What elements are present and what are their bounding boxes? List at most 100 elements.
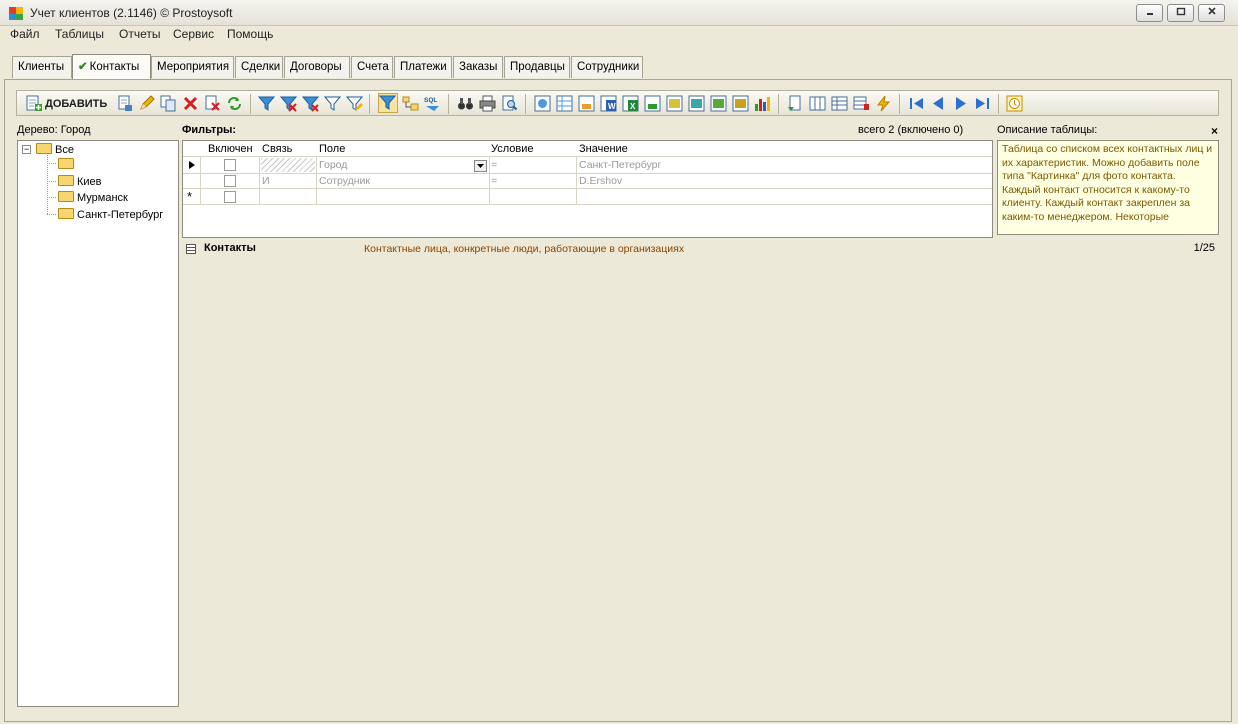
first-record-button[interactable] [908, 95, 925, 112]
export-rtf-button[interactable] [732, 95, 749, 112]
tab-sellers[interactable]: Продавцы [504, 56, 570, 78]
tab-orders[interactable]: Заказы [453, 56, 503, 78]
tab-payments[interactable]: Платежи [394, 56, 452, 78]
filter-panel-toggle[interactable] [378, 93, 398, 113]
minimize-button[interactable] [1136, 4, 1163, 22]
filter-enabled-checkbox[interactable] [224, 175, 236, 187]
delete-doc-button[interactable] [204, 95, 221, 112]
filter-field-value[interactable]: Город [319, 159, 347, 171]
copy-record-button[interactable] [116, 95, 133, 112]
export-dbf-button[interactable] [666, 95, 683, 112]
table-settings-button[interactable] [831, 95, 848, 112]
tab-deals[interactable]: Сделки [235, 56, 283, 78]
next-icon [956, 97, 966, 110]
sort-button[interactable] [787, 95, 804, 112]
tab-contracts[interactable]: Договоры [284, 56, 350, 78]
table-edit-button[interactable] [853, 95, 870, 112]
filter-link-disabled [261, 158, 315, 172]
tree-item-kiev[interactable]: Киев [58, 175, 102, 188]
chart-button[interactable] [754, 95, 771, 112]
refresh-button[interactable] [226, 95, 243, 112]
filter-condition-value[interactable]: = [491, 175, 497, 187]
prev-record-button[interactable] [930, 95, 947, 112]
menu-help[interactable]: Помощь [227, 27, 273, 41]
field-dropdown-button[interactable] [474, 160, 487, 172]
tree-item-blank[interactable] [58, 158, 77, 171]
filter-empty-button[interactable] [323, 95, 342, 112]
print-preview-button[interactable] [501, 95, 518, 112]
menu-file[interactable]: Файл [10, 27, 40, 41]
tab-label: Продавцы [510, 61, 565, 73]
export-csv-button[interactable] [644, 95, 661, 112]
main-tabs: Клиенты ✔ Контакты Мероприятия Сделки Дог… [0, 54, 1238, 79]
delete-x-icon [183, 96, 198, 111]
funnel-icon [257, 96, 276, 111]
add-doc-icon [26, 95, 42, 111]
export-pdf-button[interactable] [710, 95, 727, 112]
tree-item-all[interactable]: Все [36, 143, 74, 156]
main-toolbar: ДОБАВИТЬ SQL W X [16, 90, 1219, 116]
tab-events[interactable]: Мероприятия [151, 56, 234, 78]
checkmark-icon: ✔ [78, 61, 88, 73]
binoculars-icon [458, 98, 473, 110]
pencil-icon [140, 95, 155, 110]
filter-condition-value[interactable]: = [491, 159, 497, 171]
next-record-button[interactable] [952, 95, 969, 112]
toolbar-separator [778, 94, 779, 114]
tab-clients[interactable]: Клиенты [12, 56, 72, 78]
tab-invoices[interactable]: Счета [351, 56, 393, 78]
lightning-button[interactable] [875, 95, 892, 112]
delete-button[interactable] [182, 95, 199, 112]
history-button[interactable] [1006, 95, 1023, 112]
filters-grid: Включен Связь Поле Условие Значение Горо… [182, 140, 993, 238]
funnel-panel-icon [378, 95, 397, 110]
export-text-button[interactable] [688, 95, 705, 112]
contacts-title: Контакты [204, 242, 256, 254]
add-button[interactable]: ДОБАВИТЬ [25, 95, 115, 112]
sql-button[interactable]: SQL [424, 95, 441, 112]
filter-value-value[interactable]: D.Ershov [579, 175, 622, 187]
filter-field-value[interactable]: Сотрудник [319, 175, 370, 187]
search-button[interactable] [457, 95, 474, 112]
tab-label: Сотрудники [577, 61, 640, 73]
menu-service[interactable]: Сервис [173, 27, 214, 41]
filter-link-value[interactable]: И [262, 175, 270, 187]
filter-enabled-checkbox[interactable] [224, 191, 236, 203]
last-record-button[interactable] [974, 95, 991, 112]
toolbar-separator [448, 94, 449, 114]
export-word-button[interactable]: W [600, 95, 617, 112]
export-rtf-icon [732, 95, 749, 112]
description-title: Описание таблицы: [997, 124, 1098, 136]
menu-reports[interactable]: Отчеты [119, 27, 160, 41]
filter-button[interactable] [257, 95, 276, 112]
filter-edit-button[interactable] [345, 95, 364, 112]
filter-clear-button[interactable] [301, 95, 320, 112]
tree-item-murmansk[interactable]: Мурманск [58, 191, 128, 204]
printer-icon [479, 95, 496, 112]
tree-item-spb[interactable]: Санкт-Петербург [58, 208, 163, 221]
close-button[interactable] [1198, 4, 1225, 22]
print-button[interactable] [479, 95, 496, 112]
collapse-icon[interactable]: − [22, 145, 31, 154]
columns-button[interactable] [809, 95, 826, 112]
export-table-button[interactable] [556, 95, 573, 112]
filter-remove-button[interactable] [279, 95, 298, 112]
minimize-icon [1146, 13, 1153, 15]
filter-value-value[interactable]: Санкт-Петербург [579, 159, 661, 171]
export-xml-button[interactable] [578, 95, 595, 112]
copy-doc-icon [118, 95, 132, 111]
contacts-subtitle: Контактные лица, конкретные люди, работа… [364, 243, 685, 255]
menu-tables[interactable]: Таблицы [55, 27, 104, 41]
export-excel-button[interactable]: X [622, 95, 639, 112]
tab-contacts[interactable]: ✔ Контакты [72, 54, 151, 79]
tree-filter-button[interactable] [402, 95, 419, 112]
sort-icon [788, 95, 801, 111]
tab-employees[interactable]: Сотрудники [571, 56, 643, 78]
filter-enabled-checkbox[interactable] [224, 159, 236, 171]
edit-button[interactable] [138, 95, 155, 112]
export-html-button[interactable] [534, 95, 551, 112]
filters-header-enabled: Включен [208, 143, 253, 155]
description-close-icon[interactable]: × [1211, 124, 1218, 138]
duplicate-button[interactable] [160, 95, 177, 112]
restore-button[interactable] [1167, 4, 1194, 22]
